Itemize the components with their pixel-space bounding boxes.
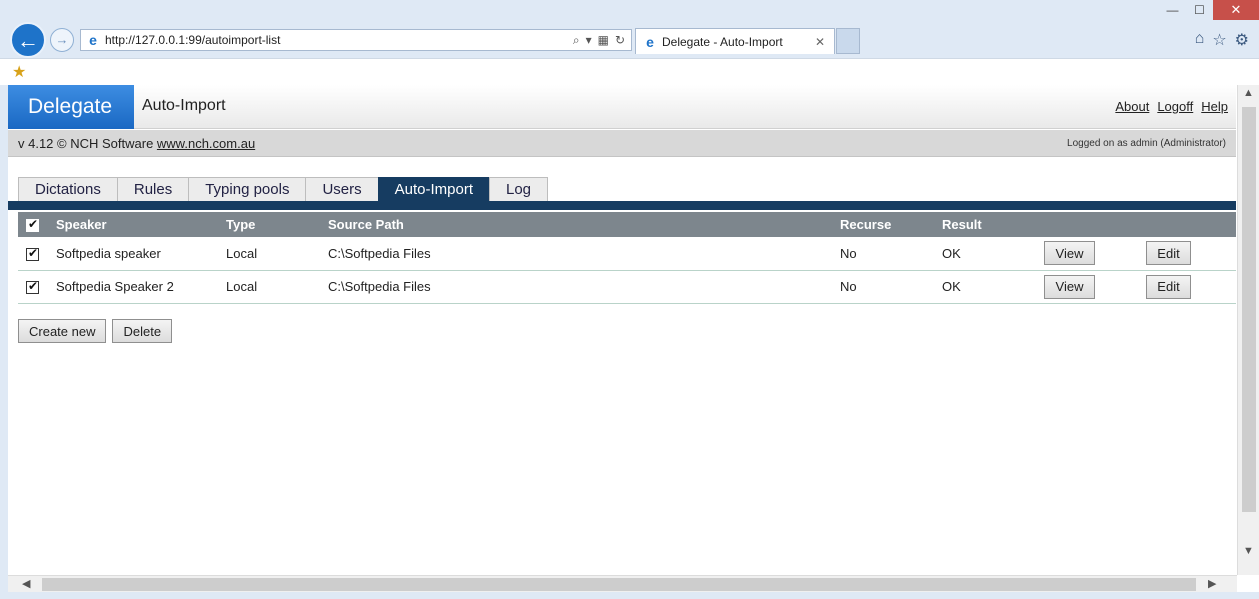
frame-bottom bbox=[0, 592, 1259, 599]
version-text: v 4.12 © NCH Software bbox=[18, 136, 157, 151]
app-logo[interactable]: Delegate bbox=[8, 85, 134, 129]
version-info: v 4.12 © NCH Software www.nch.com.au bbox=[18, 136, 255, 151]
scroll-left-icon[interactable]: ◀ bbox=[22, 577, 30, 590]
tab-typing-pools[interactable]: Typing pools bbox=[188, 177, 307, 201]
page-title: Auto-Import bbox=[142, 97, 226, 114]
info-bar: v 4.12 © NCH Software www.nch.com.au Log… bbox=[8, 130, 1236, 157]
edit-button[interactable]: Edit bbox=[1146, 274, 1191, 299]
browser-tab[interactable]: e Delegate - Auto-Import ✕ bbox=[635, 28, 835, 54]
help-link[interactable]: Help bbox=[1201, 99, 1228, 114]
window-controls: — ☐ ✕ bbox=[1159, 0, 1259, 22]
frame-left bbox=[0, 85, 8, 592]
scroll-down-icon[interactable]: ▼ bbox=[1243, 545, 1254, 557]
row-select-cell bbox=[18, 237, 48, 270]
address-tools: ⌕ ▾ ▦ ↻ bbox=[573, 33, 631, 48]
ie-icon: e bbox=[89, 32, 97, 48]
cell-speaker: Softpedia Speaker 2 bbox=[56, 279, 174, 294]
tab-underline bbox=[8, 201, 1236, 210]
tab-log[interactable]: Log bbox=[489, 177, 549, 201]
col-speaker: Speaker bbox=[56, 217, 107, 232]
cell-source-path: C:\Softpedia Files bbox=[328, 279, 431, 294]
logged-on-status: Logged on as admin (Administrator) bbox=[1067, 138, 1226, 149]
favorites-star-icon[interactable]: ☆ bbox=[1212, 30, 1226, 50]
col-recurse: Recurse bbox=[840, 217, 892, 232]
app-header: Delegate Auto-Import About Logoff Help bbox=[8, 85, 1236, 129]
favorites-bar: ★ bbox=[0, 58, 1259, 85]
tab-auto-import[interactable]: Auto-Import bbox=[377, 177, 490, 201]
cell-result: OK bbox=[942, 279, 961, 294]
edit-button[interactable]: Edit bbox=[1146, 241, 1191, 266]
ie-tab-icon: e bbox=[646, 33, 654, 50]
compat-view-icon[interactable]: ▦ bbox=[598, 33, 609, 48]
forward-arrow-icon[interactable]: → bbox=[50, 28, 74, 52]
minimize-button[interactable]: — bbox=[1159, 0, 1186, 20]
col-type: Type bbox=[226, 217, 256, 232]
vertical-scroll-thumb[interactable] bbox=[1242, 107, 1256, 512]
refresh-icon[interactable]: ↻ bbox=[615, 33, 625, 48]
view-button[interactable]: View bbox=[1044, 241, 1095, 266]
tab-close-icon[interactable]: ✕ bbox=[812, 35, 828, 49]
address-url[interactable]: http://127.0.0.1:99/autoimport-list bbox=[105, 33, 573, 47]
nch-website-link[interactable]: www.nch.com.au bbox=[157, 136, 255, 151]
gear-icon[interactable]: ⚙ bbox=[1235, 30, 1249, 50]
main-tabs: Dictations Rules Typing pools Users Auto… bbox=[18, 177, 549, 201]
cell-type: Local bbox=[226, 279, 258, 294]
row-checkbox[interactable] bbox=[26, 279, 39, 295]
table-header-row: Speaker Type Source Path Recurse Result bbox=[18, 212, 1236, 237]
search-icon[interactable]: ⌕ bbox=[573, 33, 580, 48]
tab-users[interactable]: Users bbox=[305, 177, 379, 201]
cell-result: OK bbox=[942, 245, 961, 261]
view-button[interactable]: View bbox=[1044, 274, 1095, 299]
table-row: Softpedia speaker Local C:\Softpedia Fil… bbox=[18, 237, 1236, 270]
horizontal-scroll-thumb[interactable] bbox=[42, 578, 1196, 591]
delete-button[interactable]: Delete bbox=[112, 319, 173, 343]
col-edit bbox=[1138, 212, 1236, 237]
col-view bbox=[1036, 212, 1138, 237]
cell-recurse: No bbox=[840, 279, 857, 294]
maximize-button[interactable]: ☐ bbox=[1186, 0, 1213, 20]
create-new-button[interactable]: Create new bbox=[18, 319, 107, 343]
tab-title: Delegate - Auto-Import bbox=[662, 34, 783, 49]
logoff-link[interactable]: Logoff bbox=[1157, 99, 1193, 114]
home-icon[interactable]: ⌂ bbox=[1195, 30, 1205, 50]
scroll-right-icon[interactable]: ▶ bbox=[1208, 577, 1216, 590]
table-actions: Create new Delete bbox=[18, 319, 173, 343]
cell-edit: Edit bbox=[1138, 270, 1236, 303]
cell-recurse: No bbox=[840, 245, 857, 261]
horizontal-scrollbar[interactable]: ◀ ▶ bbox=[8, 575, 1237, 592]
table-row: Softpedia Speaker 2 Local C:\Softpedia F… bbox=[18, 270, 1236, 303]
cell-type: Local bbox=[226, 245, 258, 261]
browser-chrome: — ☐ ✕ ← → e http://127.0.0.1:99/autoimpo… bbox=[0, 0, 1259, 85]
browser-toolbar: ⌂ ☆ ⚙ bbox=[1195, 30, 1249, 50]
vertical-scrollbar[interactable]: ▲ ▼ bbox=[1237, 85, 1259, 575]
cell-view: View bbox=[1036, 270, 1138, 303]
tab-dictations[interactable]: Dictations bbox=[18, 177, 118, 201]
cell-edit: Edit bbox=[1138, 237, 1236, 270]
row-select-cell bbox=[18, 270, 48, 303]
page-content: Delegate Auto-Import About Logoff Help v… bbox=[8, 85, 1236, 575]
cell-view: View bbox=[1036, 237, 1138, 270]
select-all-cell bbox=[18, 212, 48, 237]
scroll-up-icon[interactable]: ▲ bbox=[1243, 87, 1254, 99]
header-links: About Logoff Help bbox=[1115, 99, 1228, 114]
add-favorite-icon[interactable]: ★ bbox=[12, 62, 26, 82]
address-bar[interactable]: e http://127.0.0.1:99/autoimport-list ⌕ … bbox=[80, 29, 632, 51]
about-link[interactable]: About bbox=[1115, 99, 1149, 114]
auto-import-table: Speaker Type Source Path Recurse Result … bbox=[18, 212, 1236, 304]
col-source-path: Source Path bbox=[328, 217, 404, 232]
new-tab-button[interactable] bbox=[836, 28, 860, 54]
close-window-button[interactable]: ✕ bbox=[1213, 0, 1259, 20]
dropdown-icon[interactable]: ▾ bbox=[586, 33, 592, 48]
col-result: Result bbox=[942, 217, 982, 232]
select-all-checkbox[interactable] bbox=[26, 217, 39, 233]
tab-rules[interactable]: Rules bbox=[116, 177, 190, 201]
cell-source-path: C:\Softpedia Files bbox=[328, 245, 431, 261]
cell-speaker: Softpedia speaker bbox=[56, 245, 161, 261]
row-checkbox[interactable] bbox=[26, 246, 39, 261]
back-arrow-icon[interactable]: ← bbox=[10, 22, 46, 58]
